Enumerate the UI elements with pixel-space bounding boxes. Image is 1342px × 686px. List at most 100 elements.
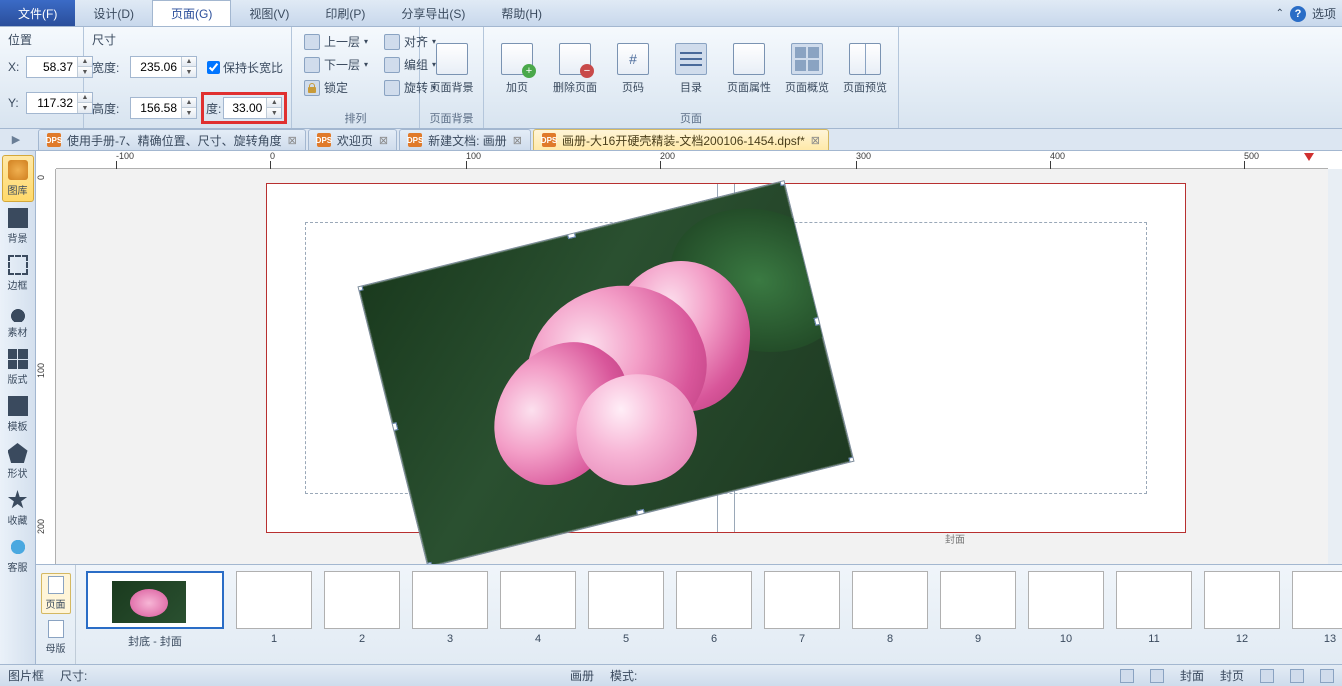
toc-button[interactable]: 目录 [666, 31, 716, 107]
rotate-handle[interactable] [558, 200, 570, 212]
thumb-box[interactable] [236, 571, 312, 629]
close-icon[interactable]: ⊠ [288, 134, 297, 147]
w-input[interactable]: ▲▼ [130, 56, 197, 78]
chevron-up-icon[interactable]: ⌃ [1276, 8, 1284, 19]
sidebar-support[interactable]: 客服 [2, 533, 34, 578]
sidebar-border[interactable]: 边框 [2, 251, 34, 296]
sidebar-favorite[interactable]: 收藏 [2, 486, 34, 531]
rotate-input[interactable]: ▲▼ [223, 97, 282, 119]
doc-tab-3[interactable]: DPS画册-大16开硬壳精装-文档200106-1454.dpsf*⊠ [533, 129, 829, 150]
w-up[interactable]: ▲ [182, 57, 196, 67]
sidebar-background[interactable]: 背景 [2, 204, 34, 249]
thumb-box[interactable] [324, 571, 400, 629]
canvas[interactable]: 封底 封面 [56, 169, 1328, 565]
thumb-box[interactable] [764, 571, 840, 629]
w-field[interactable] [131, 60, 181, 74]
doc-tab-2[interactable]: DPS新建文档: 画册⊠ [399, 129, 531, 150]
thumb-6[interactable]: 6 [676, 571, 752, 645]
h-down[interactable]: ▼ [182, 108, 196, 118]
thumb-box[interactable] [1292, 571, 1342, 629]
close-icon[interactable]: ⊠ [379, 134, 388, 147]
bring-forward-button[interactable]: 上一层▾ [300, 31, 372, 52]
tabs-toggle-icon[interactable]: ▶ [8, 131, 24, 147]
thumb-box[interactable] [412, 571, 488, 629]
close-icon[interactable]: ⊠ [811, 134, 820, 147]
thumb-box[interactable] [676, 571, 752, 629]
aspect-check[interactable] [207, 61, 220, 74]
thumb-box[interactable] [852, 571, 928, 629]
thumb-box[interactable] [588, 571, 664, 629]
x-field[interactable] [27, 60, 77, 74]
aspect-checkbox[interactable]: 保持长宽比 [207, 59, 283, 76]
thumb-box[interactable] [1028, 571, 1104, 629]
thumb-8[interactable]: 8 [852, 571, 928, 645]
selected-image-frame[interactable] [376, 169, 816, 565]
sidebar-template[interactable]: 模板 [2, 392, 34, 437]
menu-export[interactable]: 分享导出(S) [383, 0, 483, 26]
thumb-5[interactable]: 5 [588, 571, 664, 645]
thumb-box[interactable] [1204, 571, 1280, 629]
page-overview-button[interactable]: 页面概览 [782, 31, 832, 107]
nav-prev-icon[interactable] [1150, 669, 1164, 683]
doc-tab-0[interactable]: DPS使用手册-7、精确位置、尺寸、旋转角度⊠ [38, 129, 306, 150]
h-field[interactable] [131, 101, 181, 115]
thumb-box[interactable] [940, 571, 1016, 629]
nav-first-icon[interactable] [1120, 669, 1134, 683]
y-field[interactable] [27, 96, 77, 110]
page-preview-button[interactable]: 页面预览 [840, 31, 890, 107]
y-input[interactable]: ▲▼ [26, 92, 93, 114]
page-properties-button[interactable]: 页面属性 [724, 31, 774, 107]
h-input[interactable]: ▲▼ [130, 97, 197, 119]
rot-up[interactable]: ▲ [267, 98, 281, 108]
nav-last-icon[interactable] [1290, 669, 1304, 683]
menu-page[interactable]: 页面(G) [152, 0, 231, 26]
sidebar-clipart[interactable]: 素材 [2, 298, 34, 343]
thumb-2[interactable]: 2 [324, 571, 400, 645]
resize-handle-t[interactable] [566, 229, 576, 239]
menu-help[interactable]: 帮助(H) [483, 0, 560, 26]
nav-next-icon[interactable] [1260, 669, 1274, 683]
thumb-7[interactable]: 7 [764, 571, 840, 645]
lotus-image[interactable] [357, 180, 854, 565]
doc-tab-1[interactable]: DPS欢迎页⊠ [308, 129, 397, 150]
thumb-12[interactable]: 12 [1204, 571, 1280, 645]
sidebar-layout[interactable]: 版式 [2, 345, 34, 390]
menu-print[interactable]: 印刷(P) [307, 0, 383, 26]
delete-page-button[interactable]: −删除页面 [550, 31, 600, 107]
thumbs-pages-button[interactable]: 页面 [41, 573, 71, 614]
resize-handle-tr[interactable] [779, 180, 789, 186]
send-backward-button[interactable]: 下一层▾ [300, 54, 372, 75]
resize-handle-b[interactable] [636, 509, 646, 519]
menu-file[interactable]: 文件(F) [0, 0, 75, 26]
thumb-10[interactable]: 10 [1028, 571, 1104, 645]
lock-button[interactable]: 锁定 [300, 77, 372, 98]
thumb-11[interactable]: 11 [1116, 571, 1192, 645]
add-page-button[interactable]: +加页 [492, 31, 542, 107]
scrollbar-vertical[interactable] [1328, 169, 1342, 565]
w-down[interactable]: ▼ [182, 67, 196, 77]
x-input[interactable]: ▲▼ [26, 56, 93, 78]
h-up[interactable]: ▲ [182, 98, 196, 108]
thumb-0[interactable]: 封底 - 封面 [86, 571, 224, 649]
rotate-field[interactable] [224, 101, 266, 115]
menu-view[interactable]: 视图(V) [231, 0, 307, 26]
help-icon[interactable]: ? [1290, 6, 1306, 22]
thumb-3[interactable]: 3 [412, 571, 488, 645]
page-background-button[interactable]: 页面背景 [428, 31, 475, 107]
thumbs-master-button[interactable]: 母版 [42, 618, 70, 657]
thumb-box[interactable] [86, 571, 224, 629]
thumb-box[interactable] [500, 571, 576, 629]
thumb-13[interactable]: 13 [1292, 571, 1342, 645]
menu-design[interactable]: 设计(D) [75, 0, 152, 26]
rot-down[interactable]: ▼ [267, 108, 281, 118]
options-label[interactable]: 选项 [1312, 5, 1336, 22]
sidebar-shape[interactable]: 形状 [2, 439, 34, 484]
thumb-box[interactable] [1116, 571, 1192, 629]
thumb-1[interactable]: 1 [236, 571, 312, 645]
zoom-fit-icon[interactable] [1320, 669, 1334, 683]
sidebar-gallery[interactable]: 图库 [2, 155, 34, 202]
thumb-4[interactable]: 4 [500, 571, 576, 645]
thumbs-track[interactable]: 封底 - 封面1234567891011121314 [76, 565, 1342, 664]
thumb-9[interactable]: 9 [940, 571, 1016, 645]
close-icon[interactable]: ⊠ [513, 134, 522, 147]
